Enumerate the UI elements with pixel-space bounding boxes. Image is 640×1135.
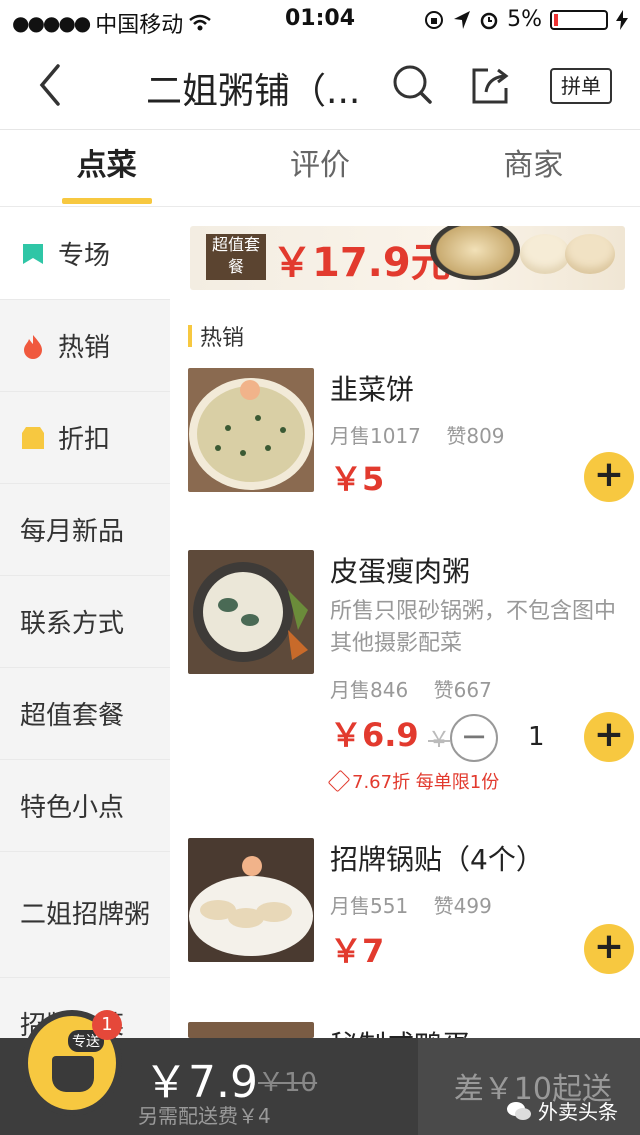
bookmark-icon — [23, 243, 43, 264]
search-icon[interactable] — [390, 62, 436, 108]
food-image — [188, 838, 314, 962]
add-button[interactable]: + — [584, 452, 634, 502]
category-sidebar: 专场 热销 折扣 每月新品 联系方式 超值套餐 特色小点 二姐招牌粥 招牌小菜 — [0, 208, 170, 1038]
sidebar-item-label: 联系方式 — [20, 609, 125, 639]
share-icon[interactable] — [468, 62, 514, 108]
item-sales: 月售1017 赞809 — [330, 424, 505, 448]
sidebar-item-discount[interactable]: 折扣 — [0, 392, 170, 484]
sidebar-item-label: 二姐招牌粥 — [20, 899, 151, 930]
back-icon[interactable] — [30, 60, 70, 110]
group-order-button[interactable]: 拼单 — [550, 68, 612, 104]
menu-item[interactable]: 招牌锅贴（4个） 月售551 赞499 ￥7 + — [188, 838, 634, 974]
sidebar-item-label: 超值套餐 — [20, 701, 125, 731]
nav-bar: 二姐粥铺（... 拼单 — [0, 40, 640, 130]
cart-total-original: ￥10 — [258, 1068, 318, 1098]
item-sales: 月售846 赞667 — [330, 678, 492, 702]
item-sales: 月售551 赞499 — [330, 894, 492, 918]
item-price: ￥6.9 — [330, 716, 419, 754]
banner-bun-image — [520, 234, 570, 274]
section-title: 热销 — [200, 326, 245, 351]
item-description: 所售只限砂锅粥，不包含图中其他摄影配菜 — [330, 599, 617, 656]
flame-icon — [24, 334, 42, 359]
add-button[interactable]: + — [584, 712, 634, 762]
sidebar-item-combo[interactable]: 超值套餐 — [0, 668, 170, 760]
minus-button[interactable]: − — [450, 714, 498, 762]
sidebar-item-monthly-new[interactable]: 每月新品 — [0, 484, 170, 576]
rotation-lock-icon — [425, 10, 444, 29]
banner-congee-image — [430, 226, 520, 280]
sidebar-item-special[interactable]: 专场 — [0, 208, 170, 300]
item-price: ￥7 — [330, 932, 385, 970]
wechat-icon — [507, 1101, 531, 1120]
page-title: 二姐粥铺（... — [146, 71, 361, 112]
sidebar-item-snacks[interactable]: 特色小点 — [0, 760, 170, 852]
discount-tag-icon — [22, 426, 44, 449]
location-icon — [454, 10, 471, 29]
menu-item[interactable]: 皮蛋瘦肉粥 所售只限砂锅粥，不包含图中其他摄影配菜 月售846 赞667 ￥6.… — [188, 550, 634, 793]
cart-count-badge: 1 — [92, 1010, 122, 1040]
tab-bar: 点菜 评价 商家 — [0, 131, 640, 207]
food-image — [188, 368, 314, 492]
sidebar-item-hot[interactable]: 热销 — [0, 300, 170, 392]
item-name: 招牌锅贴（4个） — [330, 843, 544, 876]
item-name: 韭菜饼 — [330, 373, 415, 406]
tab-reviews[interactable]: 评价 — [213, 131, 426, 206]
watermark: 外卖头条 — [506, 1096, 618, 1125]
menu-item[interactable]: 秘制咸鸭蛋 — [188, 1022, 628, 1038]
food-image — [188, 550, 314, 674]
banner-price: ￥17.9元 — [272, 240, 451, 286]
banner-bun-image — [565, 234, 615, 274]
section-header: 热销 — [188, 320, 244, 352]
banner-tag: 超值套餐 — [206, 234, 266, 280]
item-name: 秘制咸鸭蛋 — [330, 1024, 470, 1038]
status-bar: ●●●●● 中国移动 01:04 5% — [0, 0, 640, 40]
sidebar-item-label: 折扣 — [58, 425, 111, 455]
sidebar-item-label: 专场 — [58, 241, 111, 271]
cart-icon[interactable]: 专送 1 — [22, 1010, 122, 1116]
add-button[interactable]: + — [584, 924, 634, 974]
tab-order[interactable]: 点菜 — [0, 131, 213, 206]
sidebar-item-label: 热销 — [58, 333, 111, 363]
sidebar-item-contact[interactable]: 联系方式 — [0, 576, 170, 668]
alarm-icon — [480, 12, 498, 29]
discount-info: 7.67折 每单限1份 — [327, 768, 499, 794]
delivery-fee: 另需配送费￥4 — [138, 1104, 271, 1128]
charging-icon — [616, 9, 628, 30]
tab-merchant[interactable]: 商家 — [427, 131, 640, 206]
promo-banner[interactable]: 超值套餐 ￥17.9元 — [190, 226, 625, 290]
sidebar-item-signature-congee[interactable]: 二姐招牌粥 — [0, 852, 170, 978]
menu-item[interactable]: 韭菜饼 月售1017 赞809 ￥5 + — [188, 368, 634, 502]
tag-icon — [327, 769, 351, 793]
sidebar-item-label: 每月新品 — [20, 517, 125, 547]
sidebar-item-label: 特色小点 — [20, 793, 125, 823]
menu-list: 超值套餐 ￥17.9元 热销 韭菜饼 月售1017 赞809 ￥5 + 皮蛋瘦肉… — [170, 208, 640, 1038]
food-image — [188, 1022, 314, 1038]
battery-percent: 5% — [507, 7, 542, 32]
item-name: 皮蛋瘦肉粥 — [330, 555, 471, 588]
cart-bar: 专送 1 ￥7.9 ￥10 另需配送费￥4 差￥10起送 外卖头条 — [0, 1010, 640, 1135]
item-old-price: ￥ — [428, 728, 451, 753]
battery-icon — [550, 9, 608, 30]
item-quantity: 1 — [528, 722, 545, 752]
item-price: ￥5 — [330, 460, 385, 498]
